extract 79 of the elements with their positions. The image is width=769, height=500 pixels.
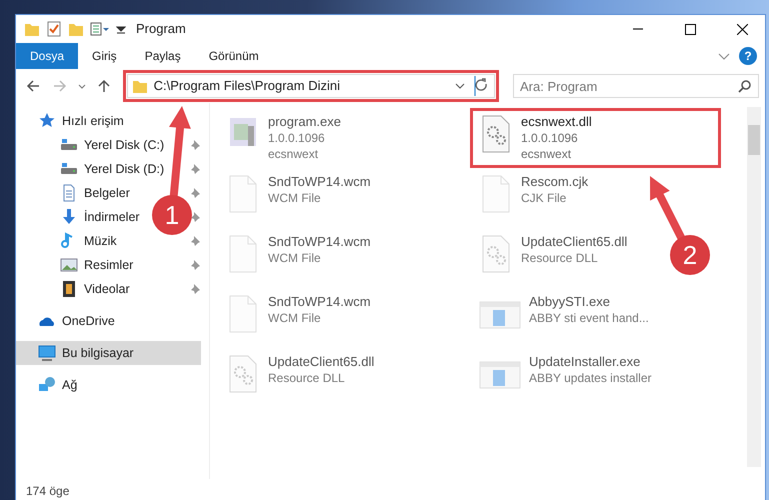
file-name: ecsnwext.dll bbox=[521, 114, 592, 130]
file-detail: 1.0.0.1096 bbox=[521, 130, 579, 146]
file-detail: WCM File bbox=[268, 310, 322, 326]
file-item[interactable]: UpdateClient65.dll Resource DLL bbox=[220, 351, 380, 397]
file-detail: ABBY updates installer bbox=[529, 370, 652, 386]
close-icon bbox=[736, 24, 748, 34]
forward-arrow-icon bbox=[53, 79, 68, 93]
file-detail: ABBY sti event hand... bbox=[529, 310, 649, 326]
search-field[interactable]: Ara: Program bbox=[513, 74, 760, 98]
file-detail: ecsnwext bbox=[521, 146, 572, 162]
download-icon bbox=[60, 208, 78, 226]
view-options-icon[interactable] bbox=[90, 21, 110, 37]
sidebar-item[interactable]: Hızlı erişim bbox=[16, 109, 124, 133]
file-name: program.exe bbox=[268, 114, 341, 130]
file-name: UpdateClient65.dll bbox=[521, 234, 628, 250]
file-item[interactable]: SndToWP14.wcm WCM File bbox=[220, 291, 377, 337]
file-name: UpdateClient65.dll bbox=[268, 354, 374, 370]
maximize-icon bbox=[684, 24, 696, 34]
file-name: SndToWP14.wcm bbox=[268, 294, 371, 310]
file-detail: Resource DLL bbox=[521, 250, 599, 266]
file-name: UpdateInstaller.exe bbox=[529, 354, 642, 370]
window-title: Program bbox=[136, 20, 186, 38]
sidebar-item[interactable]: Belgeler bbox=[16, 181, 130, 205]
up-arrow-icon bbox=[96, 79, 111, 93]
step-badge bbox=[152, 195, 192, 235]
file-item[interactable]: AbbyySTI.exe ABBY sti event hand... bbox=[473, 291, 655, 337]
back-arrow-icon bbox=[26, 79, 40, 93]
sidebar-item[interactable]: Ağ bbox=[16, 373, 78, 397]
file-detail: WCM File bbox=[268, 250, 322, 266]
sidebar-item[interactable]: Resimler bbox=[16, 253, 134, 277]
file-detail: 1.0.0.1096 bbox=[268, 130, 326, 146]
callout-arrow bbox=[650, 176, 686, 241]
sidebar-item[interactable]: Videolar bbox=[16, 277, 130, 301]
film-icon bbox=[60, 280, 78, 298]
file-detail: ecsnwext bbox=[268, 146, 320, 162]
sidebar-item[interactable]: İndirmeler bbox=[16, 205, 140, 229]
file-name: SndToWP14.wcm bbox=[268, 234, 371, 250]
network-icon bbox=[38, 376, 56, 394]
status-text: 174 öge bbox=[26, 483, 70, 500]
file-item[interactable]: ecsnwext.dll 1.0.0.1096 ecsnwext bbox=[473, 111, 718, 165]
pin-icon[interactable] bbox=[189, 139, 201, 151]
file-name: SndToWP14.wcm bbox=[268, 174, 371, 190]
file-item[interactable]: SndToWP14.wcm WCM File bbox=[220, 171, 377, 217]
step-badge bbox=[670, 235, 710, 275]
sidebar-item[interactable]: Yerel Disk (D:) bbox=[16, 157, 164, 181]
scrollbar[interactable] bbox=[747, 107, 761, 467]
file-item[interactable]: SndToWP14.wcm WCM File bbox=[220, 231, 377, 277]
ribbon-tab[interactable]: Paylaş bbox=[130, 43, 195, 69]
pin-icon[interactable] bbox=[189, 235, 201, 247]
ribbon-tab[interactable]: Dosya bbox=[16, 43, 78, 69]
picture-icon bbox=[60, 256, 78, 274]
ribbon-tab[interactable]: Görünüm bbox=[194, 43, 273, 69]
sidebar-item[interactable]: Yerel Disk (C:) bbox=[16, 133, 164, 157]
pin-icon[interactable] bbox=[189, 187, 201, 199]
pin-icon[interactable] bbox=[189, 163, 201, 175]
computer-icon bbox=[38, 344, 56, 362]
ribbon-tab[interactable]: Giriş bbox=[78, 43, 131, 69]
file-name: AbbyySTI.exe bbox=[529, 294, 611, 310]
help-button[interactable]: ? bbox=[739, 47, 757, 65]
pin-icon[interactable] bbox=[189, 283, 201, 295]
file-item[interactable]: UpdateInstaller.exe ABBY updates installer bbox=[473, 351, 658, 397]
search-icon[interactable] bbox=[738, 79, 752, 93]
file-detail: WCM File bbox=[268, 190, 322, 206]
file-item[interactable]: Rescom.cjk CJK File bbox=[473, 171, 594, 217]
sidebar-item[interactable]: Bu bilgisayar bbox=[16, 341, 201, 365]
file-detail: CJK File bbox=[521, 190, 568, 206]
sidebar-item[interactable]: OneDrive bbox=[16, 309, 115, 333]
sidebar-item[interactable]: Müzik bbox=[16, 229, 117, 253]
file-detail: Resource DLL bbox=[268, 370, 346, 386]
pin-icon[interactable] bbox=[189, 211, 201, 223]
file-name: Rescom.cjk bbox=[521, 174, 588, 190]
folder-icon bbox=[132, 78, 148, 94]
address-path: C:\Program Files\Program Dizini bbox=[154, 77, 342, 96]
file-item[interactable]: program.exe 1.0.0.1096 ecsnwext bbox=[220, 111, 347, 165]
step-number: 2 bbox=[682, 240, 698, 270]
file-item[interactable]: UpdateClient65.dll Resource DLL bbox=[473, 231, 634, 277]
pin-icon[interactable] bbox=[189, 259, 201, 271]
step-number: 1 bbox=[164, 200, 180, 230]
checklist-icon[interactable] bbox=[46, 21, 62, 37]
